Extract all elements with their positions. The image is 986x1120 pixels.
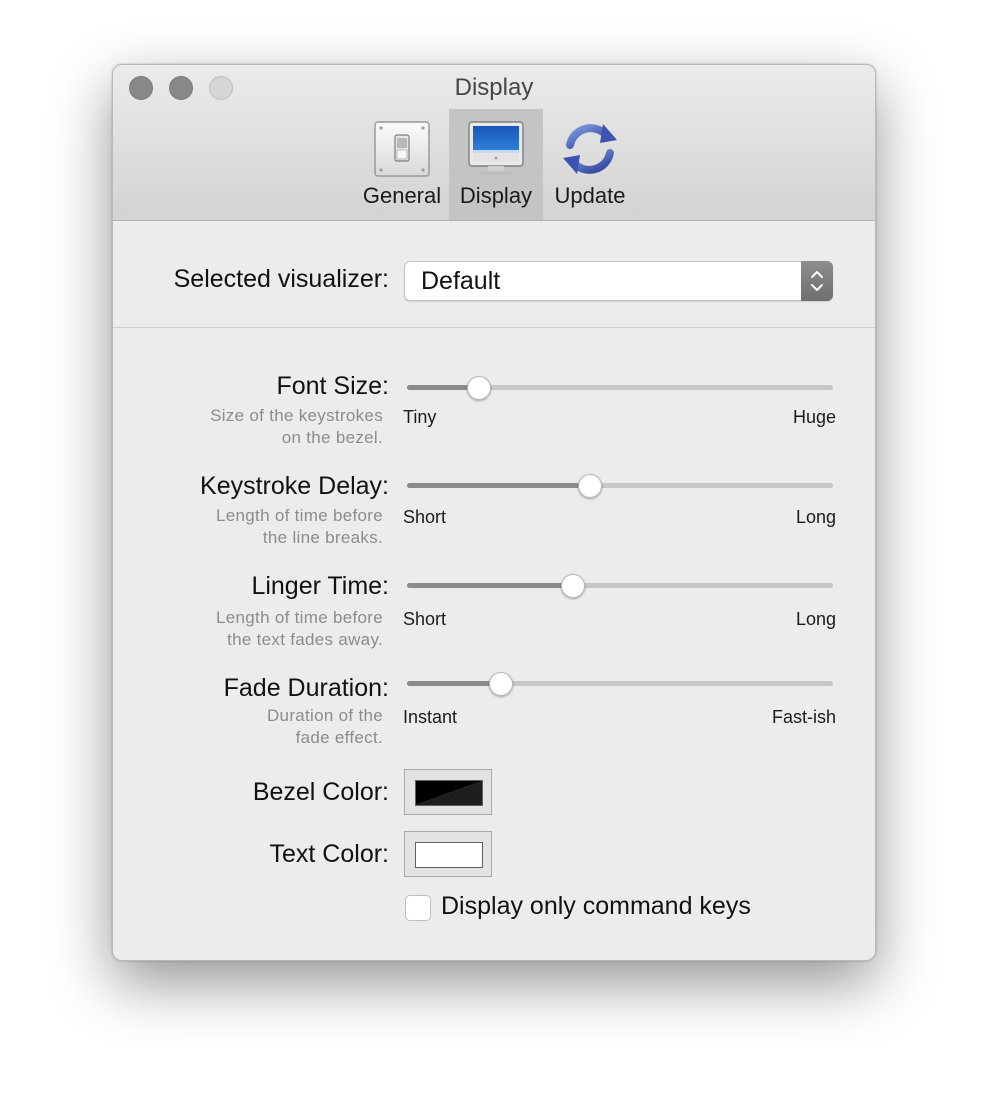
keystroke-delay-label: Keystroke Delay: xyxy=(200,472,389,500)
font-size-min-label: Tiny xyxy=(403,407,437,427)
tab-display[interactable]: Display xyxy=(449,109,543,220)
font-size-desc: Size of the keystrokes on the bezel. xyxy=(210,405,383,449)
tab-general[interactable]: General xyxy=(357,109,447,220)
visualizer-popup[interactable]: Default xyxy=(404,261,833,301)
font-size-label: Font Size: xyxy=(276,372,389,400)
general-switch-icon xyxy=(374,121,430,182)
linger-time-desc: Length of time before the text fades awa… xyxy=(216,607,383,651)
text-color-well[interactable] xyxy=(404,831,492,877)
fade-duration-desc-line2: fade effect. xyxy=(295,728,383,747)
keystroke-delay-max-label: Long xyxy=(795,507,836,527)
slider-fill xyxy=(407,583,574,588)
linger-time-slider[interactable] xyxy=(407,570,833,600)
fade-duration-desc: Duration of the fade effect. xyxy=(267,705,383,749)
fade-duration-label: Fade Duration: xyxy=(223,674,389,702)
fade-duration-max-label: Fast-ish xyxy=(771,707,836,727)
tab-update-label: Update xyxy=(554,183,626,208)
linger-time-max-label: Long xyxy=(795,609,836,629)
section-divider xyxy=(113,327,875,328)
slider-fill xyxy=(407,681,501,686)
keystroke-delay-desc-line1: Length of time before xyxy=(216,506,383,525)
command-keys-checkbox-label[interactable]: Display only command keys xyxy=(441,892,751,921)
window-title: Display xyxy=(454,74,534,101)
bezel-color-well[interactable] xyxy=(404,769,492,815)
fade-duration-desc-line1: Duration of the xyxy=(266,706,383,725)
command-keys-checkbox[interactable] xyxy=(405,895,431,921)
update-arrows-icon xyxy=(560,121,620,182)
display-monitor-icon xyxy=(468,121,524,182)
preferences-window: Display General Display Update Selected … xyxy=(112,64,876,961)
font-size-slider[interactable] xyxy=(407,372,833,402)
text-color-swatch xyxy=(415,842,483,868)
font-size-desc-line1: Size of the keystrokes xyxy=(210,406,383,425)
slider-knob[interactable] xyxy=(561,574,586,598)
font-size-desc-line2: on the bezel. xyxy=(281,428,383,447)
titlebar: Display General Display Update xyxy=(113,65,875,221)
fade-duration-min-label: Instant xyxy=(403,707,458,727)
slider-fill xyxy=(407,483,591,488)
visualizer-label: Selected visualizer: xyxy=(173,265,389,293)
keystroke-delay-desc-line2: the line breaks. xyxy=(262,528,383,547)
keystroke-delay-slider[interactable] xyxy=(407,470,833,500)
keystroke-delay-desc: Length of time before the line breaks. xyxy=(216,505,383,549)
slider-knob[interactable] xyxy=(488,672,513,696)
bezel-color-label: Bezel Color: xyxy=(252,778,389,806)
font-size-max-label: Huge xyxy=(792,407,836,427)
tab-display-label: Display xyxy=(459,183,533,208)
visualizer-value: Default xyxy=(421,267,501,295)
popup-arrows-icon xyxy=(801,261,833,301)
slider-knob[interactable] xyxy=(467,376,492,400)
tab-general-label: General xyxy=(362,183,442,208)
fade-duration-slider[interactable] xyxy=(407,668,833,698)
slider-knob[interactable] xyxy=(578,474,603,498)
bezel-color-swatch xyxy=(415,780,483,806)
keystroke-delay-min-label: Short xyxy=(403,507,447,527)
tab-update[interactable]: Update xyxy=(545,109,635,220)
linger-time-label: Linger Time: xyxy=(251,572,389,600)
linger-time-desc-line1: Length of time before xyxy=(216,608,383,627)
text-color-label: Text Color: xyxy=(269,840,389,868)
linger-time-min-label: Short xyxy=(403,609,447,629)
linger-time-desc-line2: the text fades away. xyxy=(227,630,383,649)
